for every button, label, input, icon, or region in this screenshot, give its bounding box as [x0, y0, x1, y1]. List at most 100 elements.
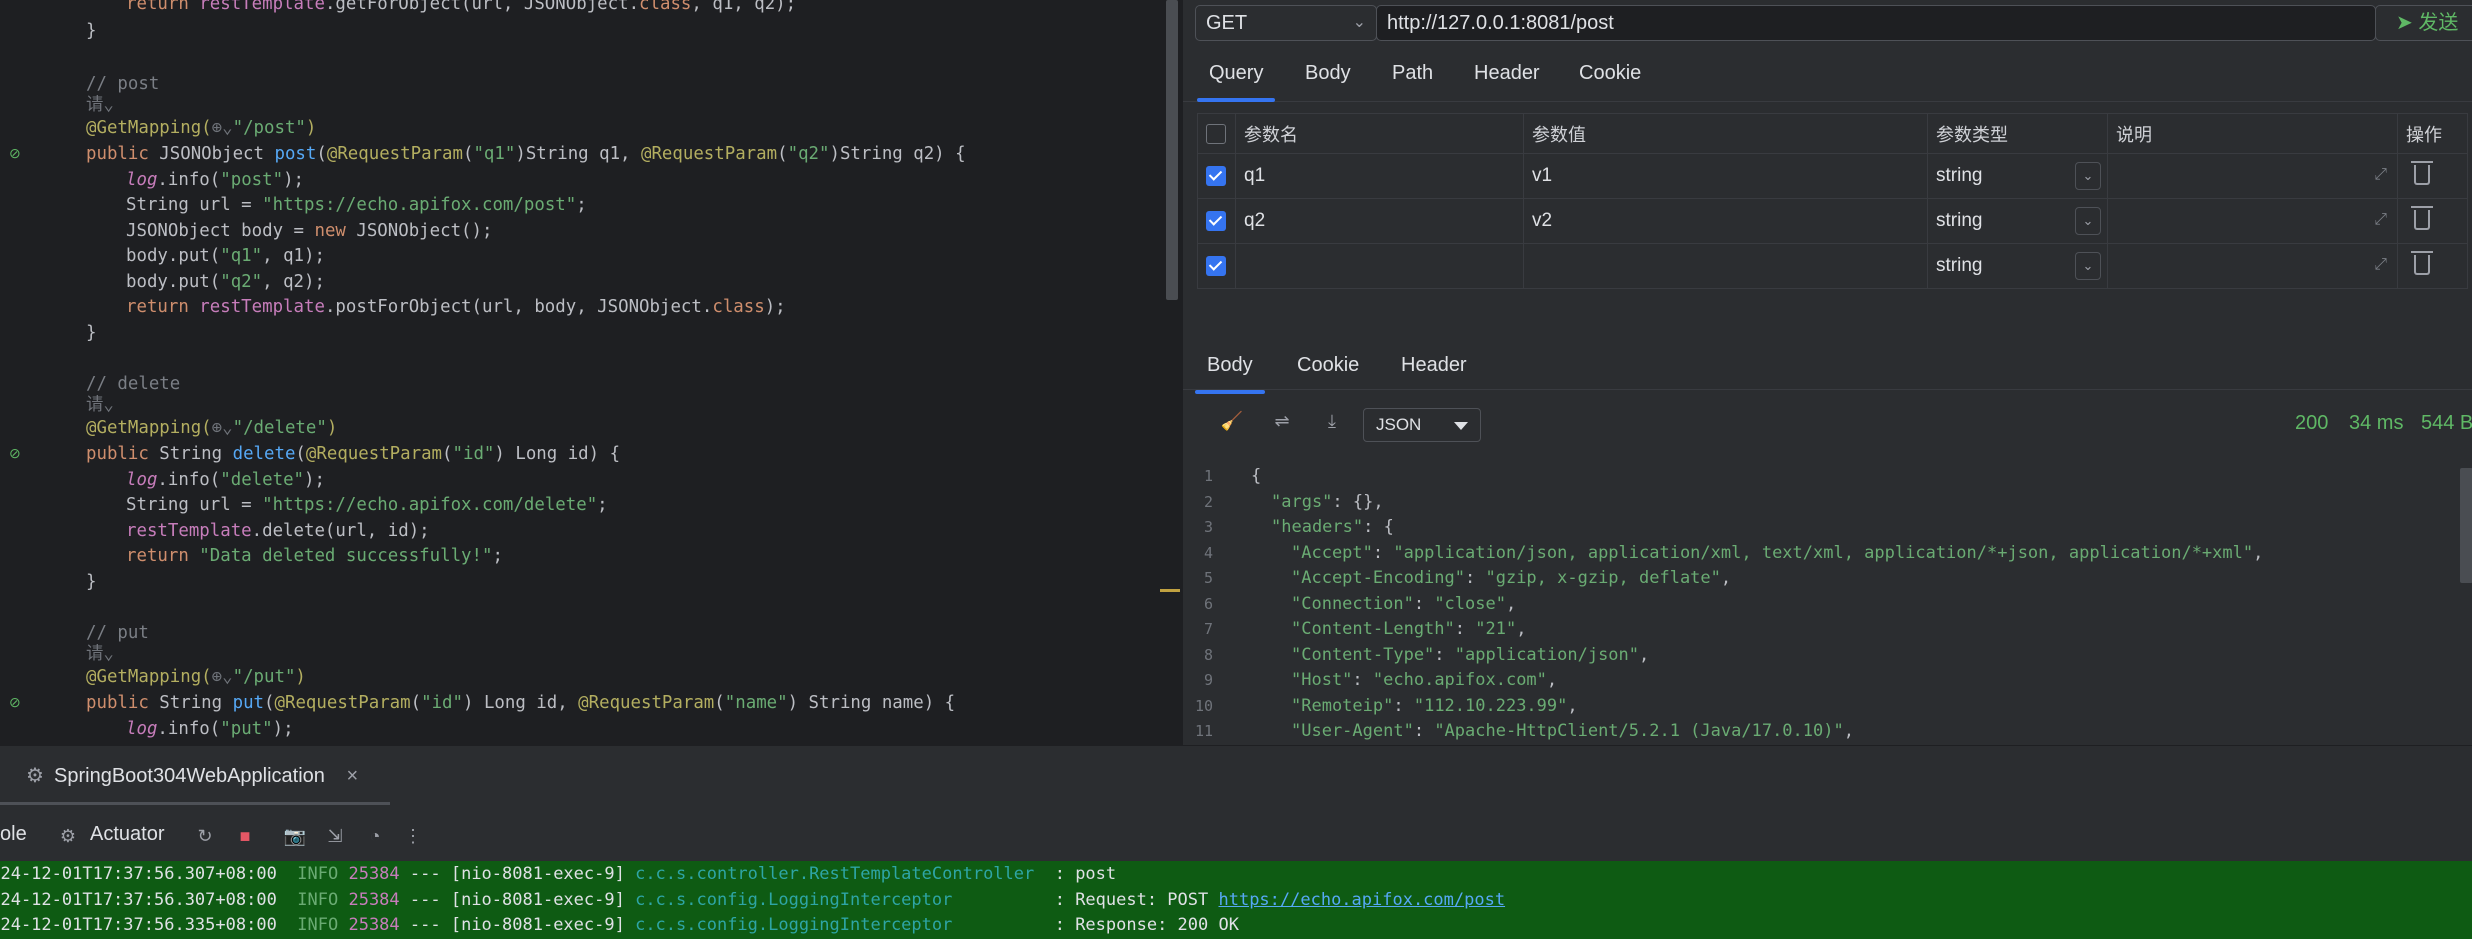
gauge-icon[interactable]: ◔	[363, 824, 387, 848]
method-select[interactable]: GET ⌄	[1195, 5, 1377, 41]
console-line: 2024-12-01T17:37:56.307+08:00 INFO 25384…	[0, 888, 1505, 914]
console-msg: : Request: POST	[1054, 889, 1219, 910]
console-level: INFO	[297, 864, 349, 884]
method-value: GET	[1206, 12, 1248, 34]
tab-header[interactable]: Header	[1474, 50, 1540, 102]
code-token: // delete	[86, 374, 181, 394]
code-line: @GetMapping(⊕⌄"/delete")	[86, 416, 337, 441]
delete-icon[interactable]	[2411, 251, 2433, 275]
endpoint-gutter-icon[interactable]: ⊘	[9, 694, 25, 710]
json-line: "Content-Length": "21",	[1291, 617, 1526, 643]
code-token: "https://echo.apifox.com/delete"	[262, 495, 598, 515]
code-token: (	[410, 693, 422, 713]
code-token: "/delete"	[232, 418, 327, 438]
line-number: 9	[1203, 671, 1213, 689]
download-icon[interactable]: ⤓	[1319, 408, 1345, 434]
param-name-field[interactable]	[1235, 243, 1524, 289]
console-output[interactable]: 2024-12-01T17:37:56.307+08:00 INFO 25384…	[0, 861, 2472, 939]
code-token: 请⌄	[86, 395, 114, 415]
code-token: }	[86, 572, 97, 592]
code-token: @RequestParam	[640, 144, 778, 164]
line-number: 7	[1203, 620, 1213, 638]
run-config-tab[interactable]: ⚙ SpringBoot304WebApplication ×	[26, 761, 358, 791]
param-type-select[interactable]: string ⌄	[1927, 198, 2108, 244]
tab-query[interactable]: Query	[1196, 50, 1277, 102]
param-value-field[interactable]: v2	[1523, 198, 1928, 244]
response-scrollbar[interactable]	[2460, 468, 2472, 583]
tab-path[interactable]: Path	[1392, 50, 1433, 102]
tab-actuator[interactable]: Actuator	[90, 819, 164, 849]
select-all-checkbox[interactable]	[1206, 124, 1226, 145]
code-token: (	[442, 444, 453, 464]
param-enabled-checkbox[interactable]	[1206, 210, 1226, 231]
endpoint-gutter-icon[interactable]: ⊘	[9, 145, 25, 161]
code-token: "q1"	[473, 144, 516, 164]
tab-body[interactable]: Body	[1305, 50, 1351, 102]
code-token: ) Long id,	[463, 693, 579, 713]
code-token: )String q2) {	[829, 144, 966, 164]
response-body-viewer[interactable]: 1 {2 "args": {}, 3 "headers": {4 "Accept": "a…	[1183, 448, 2472, 745]
code-line: restTemplate.delete(url, id);	[126, 519, 430, 544]
code-line: log.info("put");	[126, 717, 294, 742]
expand-icon[interactable]: ⤢	[2374, 211, 2387, 229]
code-line: return restTemplate.postForObject(url, b…	[126, 295, 786, 320]
more-icon[interactable]: ⋮	[401, 824, 425, 848]
expand-icon[interactable]: ⤢	[2374, 166, 2387, 184]
param-type-select[interactable]: string ⌄	[1927, 243, 2108, 289]
delete-icon[interactable]	[2411, 161, 2433, 185]
code-token: body.put(	[126, 246, 221, 266]
code-token: String	[159, 444, 233, 464]
json-line: "Connection": "close",	[1291, 592, 1516, 618]
param-name-field[interactable]: q1	[1235, 153, 1524, 199]
param-value-field[interactable]	[1523, 243, 1928, 289]
send-button[interactable]: ➤ 发送	[2375, 5, 2472, 41]
rerun-icon[interactable]: ↻	[193, 824, 217, 848]
code-token: ) String name) {	[787, 693, 956, 713]
code-line: return "Data deleted successfully!";	[126, 544, 503, 569]
tab-response-header[interactable]: Header	[1401, 342, 1467, 394]
url-input[interactable]: http://127.0.0.1:8081/post	[1376, 5, 2376, 41]
json-token: "Remoteip"	[1291, 695, 1394, 716]
response-tabs: Body Cookie Header	[1183, 332, 2472, 394]
tab-console[interactable]: ole	[0, 819, 27, 849]
console-cls: c.c.s.controller.RestTemplateController	[635, 864, 1055, 884]
camera-icon[interactable]: 📷	[283, 824, 307, 848]
stop-icon[interactable]: ■	[233, 824, 257, 848]
json-line: "User-Agent": "Apache-HttpClient/5.2.1 (…	[1291, 719, 1854, 745]
wrap-icon[interactable]: ⇌	[1269, 408, 1295, 434]
param-enabled-checkbox[interactable]	[1206, 255, 1226, 276]
editor-scrollbar[interactable]	[1166, 0, 1178, 300]
tab-response-body[interactable]: Body	[1195, 342, 1265, 394]
code-token: @GetMapping(	[86, 667, 212, 687]
param-desc-field[interactable]: ⤢	[2107, 198, 2398, 244]
exit-icon[interactable]: ⇲	[323, 824, 347, 848]
code-token: public	[86, 444, 160, 464]
code-token: }	[86, 323, 97, 343]
param-enabled-checkbox[interactable]	[1206, 165, 1226, 186]
code-line: @GetMapping(⊕⌄"/put")	[86, 665, 306, 690]
code-token: )String q1,	[515, 144, 641, 164]
param-desc-field[interactable]: ⤢	[2107, 153, 2398, 199]
param-value-field[interactable]: v1	[1523, 153, 1928, 199]
json-token: :	[1413, 721, 1435, 741]
code-token: , q2);	[262, 272, 325, 292]
close-icon[interactable]: ×	[347, 765, 359, 787]
endpoint-gutter-icon[interactable]: ⊘	[9, 445, 25, 461]
expand-icon[interactable]: ⤢	[2374, 256, 2387, 274]
tab-response-cookie[interactable]: Cookie	[1297, 342, 1359, 394]
code-token: (	[316, 144, 327, 164]
code-editor[interactable]: return restTemplate.getForObject(url, JS…	[0, 0, 1182, 745]
param-row: q1 v1 string ⌄ ⤢	[1197, 153, 2468, 199]
tab-cookie[interactable]: Cookie	[1579, 50, 1641, 102]
code-token: "q1"	[220, 246, 263, 266]
json-token: "Content-Type"	[1291, 644, 1435, 665]
clear-icon[interactable]: 🧹	[1219, 408, 1245, 434]
format-select[interactable]: JSON	[1363, 408, 1481, 442]
param-type-select[interactable]: string ⌄	[1927, 153, 2108, 199]
console-link[interactable]: https://echo.apifox.com/post	[1218, 890, 1505, 910]
code-token: .getForObject(url, JSONObject.	[324, 0, 640, 14]
param-desc-field[interactable]: ⤢	[2107, 243, 2398, 289]
code-token: restTemplate	[199, 0, 325, 14]
delete-icon[interactable]	[2411, 206, 2433, 230]
param-name-field[interactable]: q2	[1235, 198, 1524, 244]
